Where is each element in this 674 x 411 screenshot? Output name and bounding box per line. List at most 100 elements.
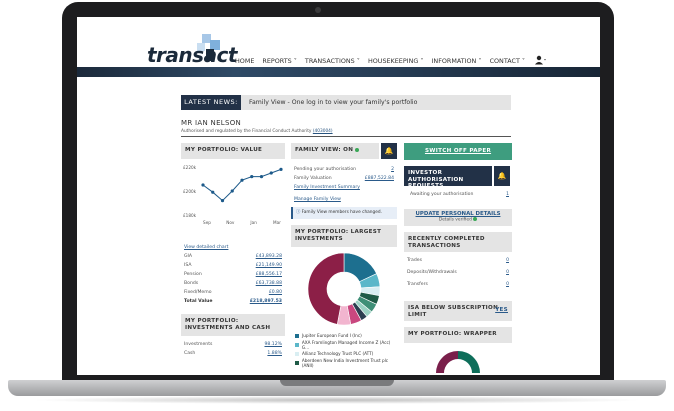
value-point[interactable] bbox=[259, 175, 264, 179]
x-tick-label: Sep bbox=[203, 220, 211, 225]
user-icon[interactable] bbox=[535, 55, 547, 65]
nav-contact[interactable]: CONTACT ˅ bbox=[490, 57, 526, 65]
chart-link-row: View detailed chart bbox=[181, 243, 285, 252]
value-row-amount[interactable]: £88,556.17 bbox=[256, 272, 282, 277]
family-title: FAMILY VIEW: ON bbox=[291, 143, 379, 159]
donut-slice[interactable] bbox=[307, 252, 345, 325]
transfers-row: Transfers 0 bbox=[407, 282, 509, 287]
value-row: Bonds £63,738.88 bbox=[181, 279, 285, 288]
manage-family-row: Manage Family View bbox=[291, 195, 397, 204]
news-text[interactable]: Family View - One log in to view your fa… bbox=[249, 95, 417, 110]
laptop-mockup: transact HOME REPORTS ˅ TRANSACTIONS ˅ H… bbox=[0, 0, 674, 411]
value-point[interactable] bbox=[279, 167, 283, 171]
news-tag: LATEST NEWS: bbox=[181, 95, 241, 110]
deposits-row: Deposits/Withdrawals 0 bbox=[407, 270, 509, 275]
fca-notice: Authorised and regulated by the Financia… bbox=[181, 129, 333, 134]
divider bbox=[181, 136, 511, 137]
value-row-label: ISA bbox=[184, 263, 192, 268]
legend-item[interactable]: Aberdeen New India Investment Trust plc … bbox=[295, 357, 397, 368]
view-chart-link[interactable]: View detailed chart bbox=[184, 245, 228, 250]
value-point[interactable] bbox=[250, 175, 254, 179]
value-point[interactable] bbox=[211, 190, 215, 194]
pending-row: Pending your authorisation 2 bbox=[294, 167, 394, 172]
laptop-notch bbox=[280, 380, 394, 386]
total-row: Total Value £218,897.53 bbox=[181, 297, 285, 306]
value-row: ISA £21,149.90 bbox=[181, 261, 285, 270]
site-logo[interactable]: transact bbox=[147, 43, 237, 67]
legend-label: Allianz Technology Trust PLC (ATT) bbox=[302, 351, 374, 356]
header-banner bbox=[77, 67, 600, 77]
legend-swatch bbox=[295, 351, 299, 356]
family-header: FAMILY VIEW: ON 🔔 bbox=[291, 143, 397, 159]
family-summary-link[interactable]: Family Investment Summary bbox=[294, 185, 360, 190]
value-point[interactable] bbox=[230, 189, 234, 193]
wrapper-donut bbox=[436, 351, 480, 373]
value-row-amount[interactable]: £21,149.90 bbox=[256, 263, 282, 268]
value-row-label: GIA bbox=[184, 254, 193, 259]
value-rows: GIA £43,893.28 ISA £21,149.90 Pension £88,556… bbox=[181, 252, 285, 297]
legend-item[interactable]: AXA Framlington Managed Income Z (Acc) G… bbox=[295, 340, 397, 350]
x-tick-label: Jan bbox=[249, 220, 257, 225]
auth-bell-icon[interactable]: 🔔 bbox=[494, 166, 510, 186]
awaiting-row: Awaiting your authorisation 1 bbox=[410, 192, 509, 197]
details-status: Details verified bbox=[404, 217, 512, 223]
legend-label: Aberdeen New India Investment Trust plc … bbox=[301, 357, 389, 368]
client-name: MR IAN NELSON bbox=[181, 119, 242, 127]
total-label: Total Value bbox=[184, 299, 213, 304]
info-icon: ⓘ bbox=[296, 210, 301, 215]
family-valuation-row: Family Valuation £887,522.84 bbox=[294, 176, 394, 181]
news-bar: LATEST NEWS: Family View - One log in to… bbox=[181, 95, 511, 110]
nav-information[interactable]: INFORMATION ˅ bbox=[432, 57, 482, 65]
family-summary-row: Family Investment Summary bbox=[291, 183, 397, 192]
largest-investments-donut bbox=[307, 252, 381, 326]
auth-header: INVESTOR AUTHORISATION REQUESTS 🔔 bbox=[404, 166, 512, 189]
x-tick-label: Mar bbox=[273, 220, 281, 225]
laptop-shadow bbox=[30, 396, 644, 404]
legend-label: Jupiter European Fund I (Inc) bbox=[302, 333, 362, 338]
y-tick-label: £200k bbox=[183, 189, 197, 194]
bell-icon[interactable]: 🔔 bbox=[381, 143, 397, 159]
nav-housekeeping[interactable]: HOUSEKEEPING ˅ bbox=[368, 57, 424, 65]
recent-title: RECENTLY COMPLETED TRANSACTIONS bbox=[404, 232, 512, 252]
value-row-amount[interactable]: £43,893.28 bbox=[256, 254, 282, 259]
legend-swatch bbox=[295, 360, 299, 365]
value-row-label: Bonds bbox=[184, 281, 199, 286]
value-row: Fixed/Memo £0.80 bbox=[181, 288, 285, 297]
isa-title: ISA BELOW SUBSCRIPTION LIMIT bbox=[408, 305, 499, 318]
largest-title: MY PORTFOLIO: LARGEST INVESTMENTS bbox=[291, 225, 397, 247]
legend-swatch bbox=[295, 333, 299, 338]
x-tick-label: Nov bbox=[226, 220, 235, 225]
value-point[interactable] bbox=[220, 199, 225, 203]
value-row-amount[interactable]: £63,738.88 bbox=[256, 281, 282, 286]
column-right: SWITCH OFF PAPER INVESTOR AUTHORISATION … bbox=[404, 143, 512, 375]
manage-family-link[interactable]: Manage Family View bbox=[294, 197, 341, 202]
value-series-line bbox=[202, 168, 282, 202]
value-point[interactable] bbox=[240, 178, 244, 182]
status-dot-icon bbox=[355, 147, 360, 152]
switch-off-paper-button[interactable]: SWITCH OFF PAPER bbox=[404, 143, 512, 160]
isa-value[interactable]: YES bbox=[495, 307, 508, 314]
y-tick-label: £220k bbox=[183, 165, 197, 170]
verified-icon bbox=[473, 217, 478, 221]
isa-box: ISA BELOW SUBSCRIPTION LIMIT YES bbox=[404, 301, 512, 321]
value-row-label: Pension bbox=[184, 272, 202, 277]
total-value[interactable]: £218,897.53 bbox=[250, 299, 282, 304]
nav-reports[interactable]: REPORTS ˅ bbox=[262, 57, 297, 65]
value-point[interactable] bbox=[201, 183, 205, 187]
trades-row: Trades 0 bbox=[407, 258, 509, 263]
wrapper-title: MY PORTFOLIO: WRAPPER bbox=[404, 327, 512, 343]
site-header: transact HOME REPORTS ˅ TRANSACTIONS ˅ H… bbox=[77, 17, 600, 67]
value-row-amount[interactable]: £0.80 bbox=[269, 290, 282, 295]
inv-row: Investments 98.12% bbox=[184, 342, 282, 347]
fca-link[interactable]: (403004) bbox=[313, 129, 333, 134]
nav-home[interactable]: HOME bbox=[235, 57, 254, 65]
y-tick-label: £180k bbox=[183, 213, 197, 218]
column-middle: FAMILY VIEW: ON 🔔 Pending your authorisa… bbox=[291, 143, 397, 368]
portfolio-value-chart: £220k £200k £180k Sep Nov Jan Mar bbox=[183, 165, 283, 225]
value-row: Pension £88,556.17 bbox=[181, 270, 285, 279]
app-screen: transact HOME REPORTS ˅ TRANSACTIONS ˅ H… bbox=[77, 17, 600, 375]
value-point[interactable] bbox=[269, 171, 273, 175]
nav-transactions[interactable]: TRANSACTIONS ˅ bbox=[305, 57, 360, 65]
value-box-title: MY PORTFOLIO: VALUE bbox=[181, 143, 285, 159]
main-nav: HOME REPORTS ˅ TRANSACTIONS ˅ HOUSEKEEPI… bbox=[235, 57, 525, 65]
